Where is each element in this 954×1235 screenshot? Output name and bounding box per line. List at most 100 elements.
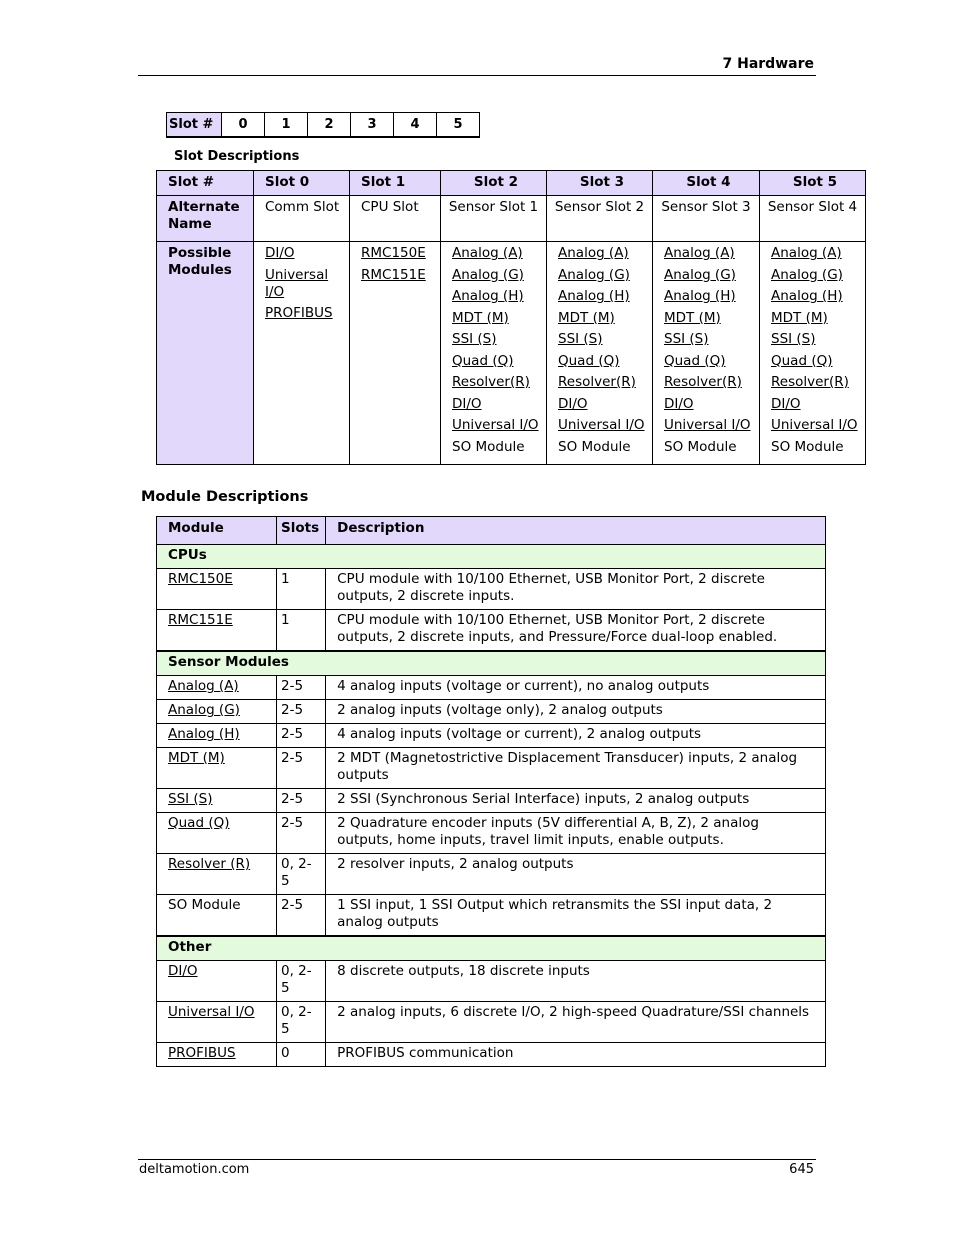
module-link[interactable]: SSI (S) — [558, 331, 646, 348]
module-link[interactable]: DI/O — [168, 963, 198, 979]
module-link[interactable]: Analog (G) — [771, 267, 859, 284]
description-cell: 8 discrete outputs, 18 discrete inputs — [325, 960, 826, 1002]
module-link[interactable]: SSI (S) — [168, 791, 213, 807]
module-link[interactable]: DI/O — [452, 396, 540, 413]
description-cell: 2 analog inputs (voltage only), 2 analog… — [325, 699, 826, 724]
module-link[interactable]: RMC150E — [168, 571, 233, 587]
table-row: Quad (Q) 2-5 2 Quadrature encoder inputs (… — [156, 812, 826, 854]
chapter-title: 7 Hardware — [722, 56, 815, 72]
slots-cell: 2-5 — [275, 894, 327, 937]
header-rule — [138, 75, 816, 76]
module-link[interactable]: Analog (H) — [452, 288, 540, 305]
description-cell: 2 analog inputs, 6 discrete I/O, 2 high-… — [325, 1001, 826, 1043]
module-link[interactable]: PROFIBUS — [265, 305, 343, 322]
module-link[interactable]: MDT (M) — [452, 310, 540, 327]
module-link[interactable]: Analog (H) — [664, 288, 753, 305]
module-link[interactable]: Analog (H) — [771, 288, 859, 305]
table-row: PROFIBUS 0 PROFIBUS communication — [156, 1042, 826, 1067]
table-row: RMC151E 1 CPU module with 10/100 Ethernet,… — [156, 609, 826, 652]
slot-strip-cell: 3 — [350, 112, 394, 138]
module-link[interactable]: Resolver (R) — [168, 856, 250, 872]
module-link[interactable]: SSI (S) — [771, 331, 859, 348]
module-cell: Analog (G) — [156, 699, 277, 724]
module-link[interactable]: PROFIBUS — [168, 1045, 236, 1061]
module-link[interactable]: MDT (M) — [771, 310, 859, 327]
module-link[interactable]: Analog (A) — [664, 245, 753, 262]
module-link[interactable]: RMC151E — [168, 612, 233, 628]
modules-cell-slot5: Analog (A) Analog (G) Analog (H) MDT (M) SSI… — [759, 241, 866, 465]
module-link[interactable]: Analog (G) — [452, 267, 540, 284]
module-link[interactable]: Analog (H) — [168, 726, 240, 742]
module-link[interactable]: MDT (M) — [168, 750, 225, 766]
module-link[interactable]: Analog (A) — [771, 245, 859, 262]
group-row: Sensor Modules — [156, 650, 826, 676]
slot-strip-cell: 4 — [393, 112, 437, 138]
group-row: Other — [156, 935, 826, 961]
module-link[interactable]: Quad (Q) — [664, 353, 753, 370]
module-link[interactable]: Resolver(R) — [452, 374, 540, 391]
module-link[interactable]: DI/O — [558, 396, 646, 413]
module-link[interactable]: Quad (Q) — [558, 353, 646, 370]
row-header: Alternate Name — [156, 195, 254, 242]
module-name: SO Module — [558, 438, 631, 455]
module-link[interactable]: Analog (A) — [452, 245, 540, 262]
description-cell: 4 analog inputs (voltage or current), no… — [325, 675, 826, 700]
module-cell: SO Module — [156, 894, 277, 937]
table-row: DI/O 0, 2-5 8 discrete outputs, 18 discret… — [156, 960, 826, 1002]
module-link[interactable]: Resolver(R) — [771, 374, 859, 391]
slots-cell: 2-5 — [275, 747, 327, 789]
module-link[interactable]: Analog (A) — [558, 245, 646, 262]
slot-strip-cell: 2 — [307, 112, 351, 138]
alternate-name-cell: Sensor Slot 4 — [759, 195, 866, 242]
module-link[interactable]: DI/O — [664, 396, 753, 413]
table-row: Analog (A) 2-5 4 analog inputs (voltage or… — [156, 675, 826, 700]
slots-cell: 1 — [275, 568, 327, 610]
slots-cell: 2-5 — [275, 723, 327, 748]
module-link[interactable]: Resolver(R) — [558, 374, 646, 391]
table-row: SSI (S) 2-5 2 SSI (Synchronous Serial Inte… — [156, 788, 826, 813]
description-cell: 2 Quadrature encoder inputs (5V differen… — [325, 812, 826, 854]
module-link[interactable]: Universal I/O — [558, 417, 646, 434]
slots-cell: 0, 2-5 — [275, 1001, 327, 1043]
module-cell: SSI (S) — [156, 788, 277, 813]
module-link[interactable]: MDT (M) — [664, 310, 753, 327]
module-link[interactable]: Analog (G) — [664, 267, 753, 284]
footer-site: deltamotion.com — [139, 1162, 250, 1177]
module-link[interactable]: Quad (Q) — [452, 353, 540, 370]
slot-strip-table: Slot # 0 1 2 3 4 5 — [166, 112, 480, 138]
module-link[interactable]: Analog (A) — [168, 678, 239, 694]
module-link[interactable]: Universal I/O — [168, 1004, 255, 1020]
module-link[interactable]: MDT (M) — [558, 310, 646, 327]
module-link[interactable]: Universal I/O — [771, 417, 859, 434]
module-cell: DI/O — [156, 960, 277, 1002]
module-link[interactable]: Quad (Q) — [168, 815, 229, 831]
alternate-name-cell: Sensor Slot 1 — [440, 195, 547, 242]
group-label: Other — [156, 935, 826, 961]
module-link[interactable]: RMC151E — [361, 267, 434, 284]
slots-cell: 0 — [275, 1042, 327, 1067]
module-link[interactable]: SSI (S) — [664, 331, 753, 348]
module-link[interactable]: Analog (G) — [168, 702, 240, 718]
module-link[interactable]: Universal I/O — [664, 417, 753, 434]
module-link[interactable]: DI/O — [771, 396, 859, 413]
module-cell: MDT (M) — [156, 747, 277, 789]
row-header: Possible Modules — [156, 241, 254, 465]
module-link[interactable]: RMC150E — [361, 245, 434, 262]
module-link[interactable]: Universal I/O — [265, 267, 343, 301]
column-header: Slot 5 — [759, 170, 866, 196]
module-link[interactable]: SSI (S) — [452, 331, 540, 348]
table-row: Resolver (R) 0, 2-5 2 resolver inputs, 2 a… — [156, 853, 826, 895]
module-link[interactable]: Universal I/O — [452, 417, 540, 434]
module-link[interactable]: Analog (G) — [558, 267, 646, 284]
column-header: Slot 2 — [440, 170, 547, 196]
possible-modules-row: Possible Modules DI/O Universal I/O PROFIB… — [156, 241, 866, 465]
module-link[interactable]: Analog (H) — [558, 288, 646, 305]
module-link[interactable]: DI/O — [265, 245, 343, 262]
table-row: Universal I/O 0, 2-5 2 analog inputs, 6 di… — [156, 1001, 826, 1043]
module-link[interactable]: Resolver(R) — [664, 374, 753, 391]
module-descriptions-title: Module Descriptions — [141, 489, 309, 505]
module-link[interactable]: Quad (Q) — [771, 353, 859, 370]
description-cell: 2 SSI (Synchronous Serial Interface) inp… — [325, 788, 826, 813]
column-header: Slot 3 — [546, 170, 653, 196]
column-header: Module — [156, 516, 277, 545]
